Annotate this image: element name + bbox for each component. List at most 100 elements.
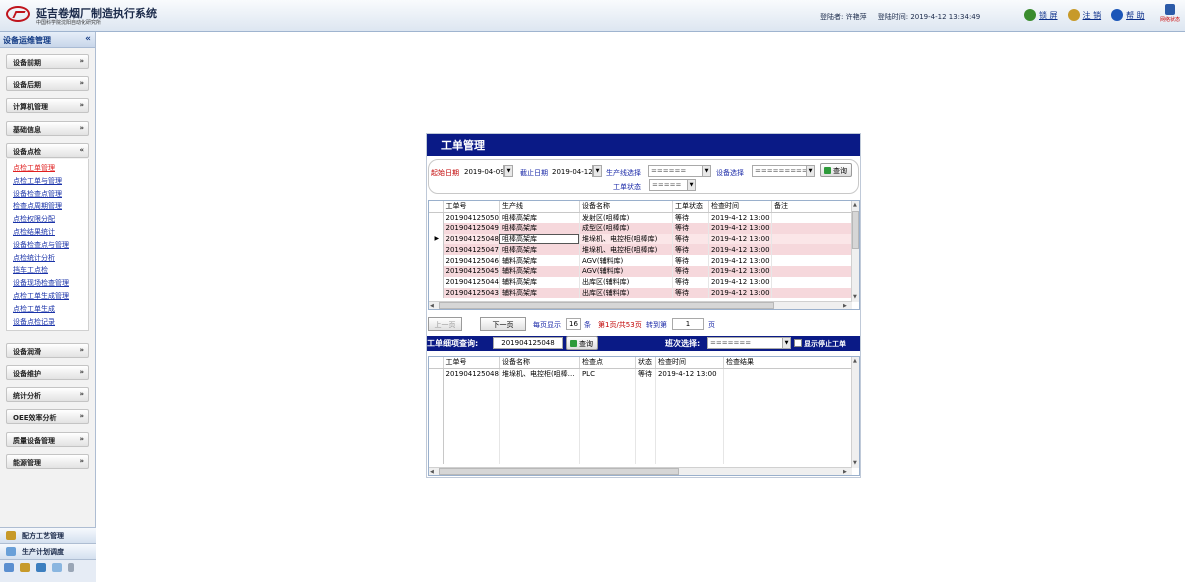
table-cell[interactable]: 2019-4-12 13:00 [708,222,772,234]
submenu-item[interactable]: 设备现场检查管理 [13,277,88,290]
table-cell[interactable]: 2019-4-12 13:00 [708,233,772,245]
column-header[interactable]: 检查时间 [708,201,772,213]
start-date-dropdown[interactable]: ▼ [503,165,513,177]
detail-horizontal-scrollbar[interactable]: ◀ ▶ [429,467,852,475]
table-cell[interactable]: 咀棒高架库 [499,233,580,245]
per-page-input[interactable]: 16 [566,318,581,330]
sidebar-group-device-late[interactable]: 设备后期» [6,76,89,91]
table-cell[interactable]: 201904125048 [443,233,500,245]
column-header[interactable]: 状态 [635,357,656,369]
table-cell[interactable]: 201904125046 [443,255,500,266]
table-cell[interactable]: 2019-4-12 13:00 [708,265,772,277]
tray-grid-icon[interactable] [4,563,14,572]
table-cell[interactable]: 等待 [672,255,709,266]
row-header[interactable] [429,244,444,256]
table-cell[interactable]: 2019-4-12 13:00 [708,212,772,223]
column-header[interactable]: 工单号 [443,357,500,369]
table-cell[interactable]: 堆垛机、电控柜(咀棒… [499,368,580,379]
logout-button[interactable]: 注 销 [1067,9,1101,21]
scroll-thumb[interactable] [852,211,859,249]
scroll-down-icon[interactable]: ▼ [853,294,857,300]
table-row[interactable]: 201904125047 咀棒高架库 堆垛机、电控柜(咀棒库) 等待 2019-4-12… [429,244,855,256]
next-page-button[interactable]: 下一页 [480,317,526,331]
table-cell[interactable]: 2019-4-12 13:00 [655,368,724,379]
table-cell[interactable]: 2019-4-12 13:00 [708,244,772,256]
sidebar-group-device-early[interactable]: 设备前期» [6,54,89,69]
table-cell[interactable]: 201904125049 [443,222,500,234]
prev-page-button[interactable]: 上一页 [428,317,462,331]
table-cell[interactable]: 201904125045 [443,265,500,277]
submenu-item[interactable]: 点检统计分析 [13,252,88,265]
table-cell[interactable]: 2019-4-12 13:00 [708,287,772,299]
lock-screen-button[interactable]: 锁 屏 [1024,9,1058,21]
column-header[interactable]: 备注 [771,201,855,213]
table-cell[interactable]: 等待 [672,244,709,256]
table-cell[interactable]: 201904125048 [443,368,500,379]
column-header[interactable]: 设备名称 [499,357,580,369]
scroll-up-icon[interactable]: ▲ [853,358,857,364]
table-cell[interactable]: 等待 [672,265,709,277]
scroll-thumb[interactable] [439,468,679,475]
sidebar-group-maintenance[interactable]: 设备维护» [6,365,89,380]
submenu-item[interactable]: 挡车工点检 [13,264,88,277]
scroll-up-icon[interactable]: ▲ [853,202,857,208]
row-header[interactable] [429,368,444,379]
end-date-value[interactable]: 2019-04-12 [552,168,593,176]
table-row-selected[interactable]: ▶ 201904125048 咀棒高架库 堆垛机、电控柜(咀棒库) 等待 2019-4-1… [429,233,855,245]
submenu-item[interactable]: 点检工单生成 [13,303,88,316]
table-cell[interactable]: 辅料高架库 [499,287,580,299]
sidebar-group-energy[interactable]: 能源管理» [6,454,89,469]
grid-horizontal-scrollbar[interactable]: ◀ ▶ [429,301,852,309]
table-row[interactable]: 201904125044 辅料高架库 出库区(辅料库) 等待 2019-4-12 13:… [429,276,855,288]
table-cell[interactable]: PLC [579,368,636,379]
table-row[interactable]: 201904125045 辅料高架库 AGV(辅料库) 等待 2019-4-12 13:… [429,265,855,277]
submenu-item[interactable]: 点检工单管理 [13,162,88,175]
detail-vertical-scrollbar[interactable]: ▲ ▼ [851,357,859,468]
table-cell[interactable]: 堆垛机、电控柜(咀棒库) [579,244,673,256]
detail-query-input[interactable]: 201904125048 [493,337,563,349]
table-cell[interactable]: 201904125047 [443,244,500,256]
scroll-left-icon[interactable]: ◀ [430,303,434,309]
table-cell[interactable] [771,244,855,256]
table-cell[interactable]: 出库区(辅料库) [579,287,673,299]
detail-query-button[interactable]: 查询 [566,336,598,350]
tray-plan-icon[interactable] [52,563,62,572]
table-cell[interactable]: 201904125044 [443,276,500,288]
tray-device-icon[interactable] [36,563,46,572]
table-row[interactable]: 201904125049 咀棒高架库 成型区(咀棒库) 等待 2019-4-12 13:… [429,222,855,234]
table-cell[interactable]: 等待 [672,222,709,234]
submenu-item[interactable]: 检查点周期管理 [13,200,88,213]
shift-select[interactable]: ======= ▼ [707,337,791,349]
table-cell[interactable]: 咀棒高架库 [499,222,580,234]
sidebar-group-computer[interactable]: 计算机管理» [6,98,89,113]
row-header[interactable] [429,287,444,299]
submenu-item[interactable]: 设备点检记录 [13,316,88,329]
table-row[interactable]: 201904125043 辅料高架库 出库区(辅料库) 等待 2019-4-12 13:… [429,287,855,299]
scroll-right-icon[interactable]: ▶ [843,469,847,475]
table-cell[interactable]: 等待 [672,212,709,223]
tray-more-icon[interactable] [68,563,74,572]
table-cell[interactable]: 等待 [672,233,709,245]
table-row[interactable]: 201904125046 辅料高架库 AGV(辅料库) 等待 2019-4-12 13:… [429,255,855,266]
row-header[interactable] [429,222,444,234]
device-select[interactable]: =========== ▼ [752,165,815,177]
table-cell[interactable]: 等待 [672,276,709,288]
row-header[interactable] [429,255,444,266]
tray-recipe-icon[interactable] [20,563,30,572]
table-cell[interactable]: 等待 [635,368,656,379]
table-cell[interactable] [771,265,855,277]
sidebar-group-oee[interactable]: OEE效率分析» [6,409,89,424]
scroll-thumb[interactable] [439,302,774,309]
nav-production-plan[interactable]: 生产计划调度 [0,544,96,560]
sidebar-group-lubrication[interactable]: 设备润滑» [6,343,89,358]
table-cell[interactable]: 咀棒高架库 [499,212,580,223]
selected-row-marker-icon[interactable]: ▶ [429,233,444,245]
table-cell[interactable]: 辅料高架库 [499,255,580,266]
column-header[interactable]: 检查时间 [655,357,724,369]
column-header[interactable]: 工单号 [443,201,500,213]
table-cell[interactable]: 等待 [672,287,709,299]
row-header[interactable] [429,212,444,223]
sidebar-group-statistics[interactable]: 统计分析» [6,387,89,402]
submenu-item[interactable]: 设备检查点与管理 [13,239,88,252]
grid-vertical-scrollbar[interactable]: ▲ ▼ [851,201,859,302]
